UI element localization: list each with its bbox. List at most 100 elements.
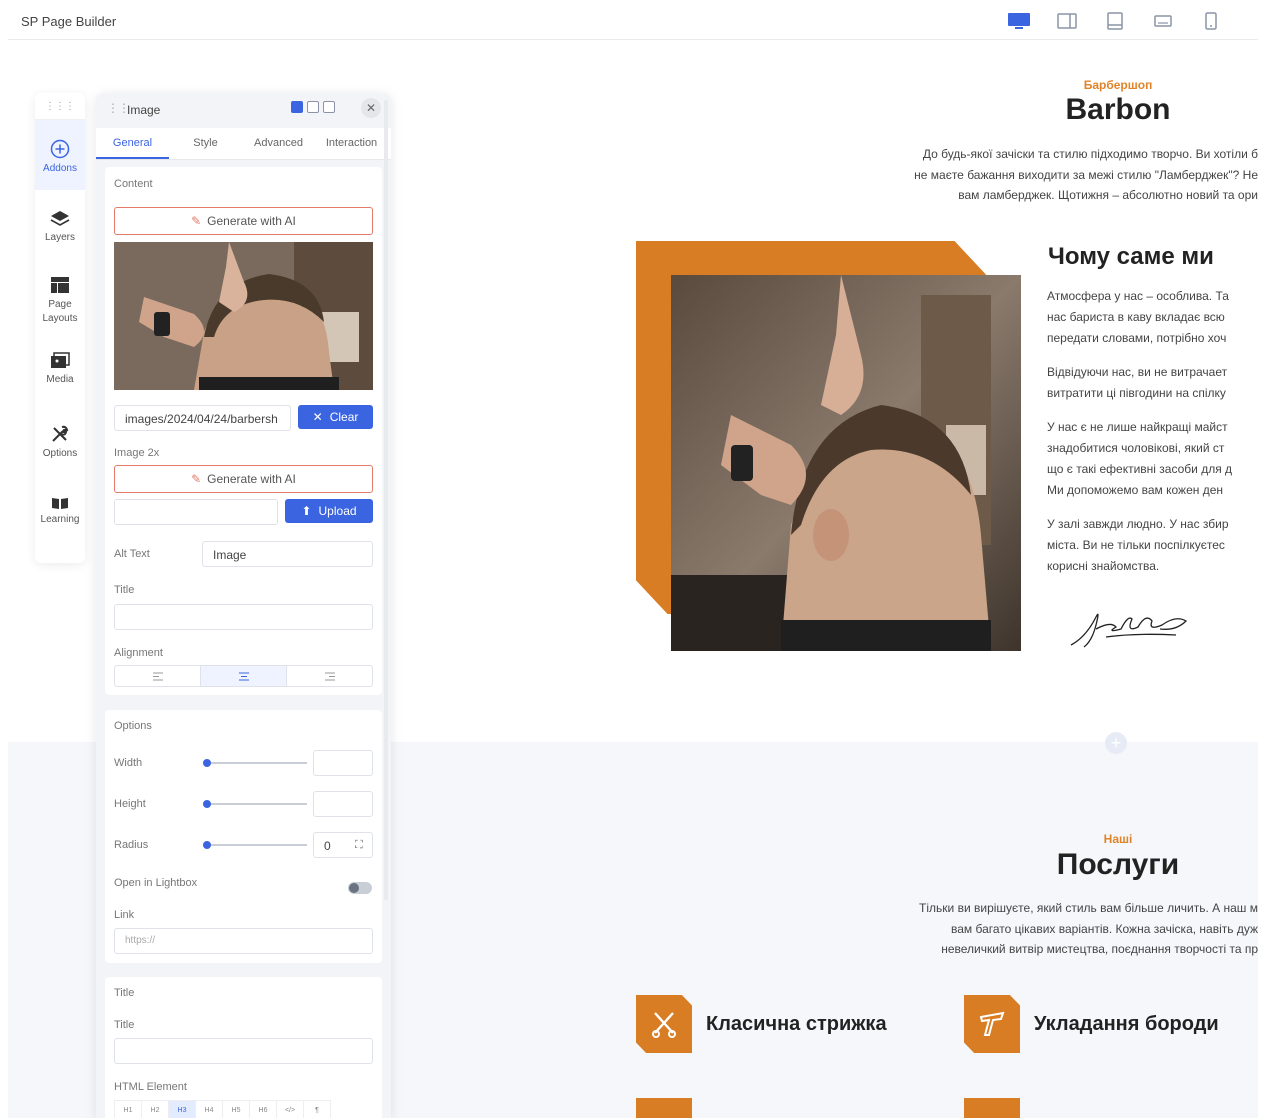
generate-ai-button[interactable]: ✎ Generate with AI [114, 207, 373, 235]
service-item[interactable]: Укладання бороди [964, 995, 1219, 1053]
alt-text-input[interactable]: Image [202, 541, 373, 567]
slider-handle[interactable] [203, 800, 211, 808]
title-text-input[interactable] [114, 1038, 373, 1064]
section-label: Content [114, 178, 153, 190]
float-mode-icon[interactable] [291, 101, 303, 113]
paragraph-2: Відвідуючи нас, ви не витрачает витратит… [1047, 362, 1258, 404]
lightbox-toggle[interactable] [348, 882, 372, 894]
title-section: Title Title HTML Element H1 H2 H3 H4 H5 … [105, 977, 382, 1118]
builder-sidebar: ⋮⋮⋮ Addons Layers Page Layouts Media Opt… [35, 93, 85, 563]
width-input[interactable] [313, 750, 373, 776]
tablet-icon[interactable] [1104, 12, 1126, 30]
why-us-title: Чому саме ми [1048, 243, 1214, 270]
barber-photo[interactable] [671, 275, 1021, 651]
service-item[interactable]: Класична стрижка [636, 995, 887, 1053]
paragraph-4: У залі завжди людно. У нас збир міста. В… [1047, 514, 1258, 577]
html-h5-button[interactable]: H5 [222, 1100, 250, 1118]
text-line: Ми допоможемо вам кожен ден [1047, 483, 1224, 497]
width-slider[interactable] [203, 759, 307, 767]
align-center-icon[interactable] [201, 666, 287, 686]
image-path-input[interactable]: images/2024/04/24/barbersh [114, 405, 291, 431]
sidebar-item-media[interactable]: Media [35, 338, 85, 410]
html-h1-button[interactable]: H1 [114, 1100, 142, 1118]
html-h6-button[interactable]: H6 [249, 1100, 277, 1118]
button-label: Clear [329, 410, 359, 424]
text-line: витратити ці півгодини на спілку [1047, 386, 1226, 400]
upload-icon: ⬆ [301, 504, 312, 518]
html-h3-button[interactable]: H3 [168, 1100, 196, 1118]
add-section-button[interactable]: + [1105, 732, 1127, 754]
tab-interaction[interactable]: Interaction [315, 128, 388, 159]
text-line: міста. Ви не тільки поспілкуєтес [1047, 538, 1225, 552]
panel-scrollbar[interactable] [384, 100, 388, 900]
expand-icon[interactable]: ⛶ [355, 839, 363, 852]
panel-tabs: General Style Advanced Interaction [96, 128, 391, 160]
laptop-icon[interactable] [1152, 12, 1174, 30]
radius-label: Radius [114, 839, 149, 851]
title-input[interactable] [114, 604, 373, 630]
sidebar-item-layers[interactable]: Layers [35, 190, 85, 262]
height-input[interactable] [313, 791, 373, 817]
button-label: Upload [318, 504, 357, 518]
radius-input[interactable]: 0 [313, 832, 373, 858]
razor-icon [964, 995, 1020, 1053]
align-left-icon[interactable] [115, 666, 201, 686]
section-label: Title [114, 987, 135, 999]
html-element-selector: H1 H2 H3 H4 H5 H6 </> ¶ [114, 1100, 331, 1118]
app-title: SP Page Builder [21, 14, 117, 29]
panel-header[interactable]: ⋮⋮ Image ✕ [96, 93, 391, 125]
service-label: Класична стрижка [706, 1012, 887, 1035]
html-element-label: HTML Element [114, 1081, 187, 1093]
slider-handle[interactable] [203, 759, 211, 767]
plus-circle-icon [35, 139, 85, 159]
slider-handle[interactable] [203, 841, 211, 849]
title-label: Title [114, 1019, 135, 1031]
sidebar-item-label: Learning [40, 514, 80, 525]
top-bar: SP Page Builder [8, 0, 1258, 40]
width-label: Width [114, 757, 143, 769]
alignment-label: Alignment [114, 647, 163, 659]
tab-style[interactable]: Style [169, 128, 242, 159]
sidebar-item-page-layouts[interactable]: Page Layouts [35, 262, 85, 338]
text-line: нас бариста в каву вкладає всю [1047, 310, 1225, 324]
text-line: що є такі ефективні засоби для д [1047, 462, 1233, 476]
html-div-button[interactable]: </> [276, 1100, 304, 1118]
image2x-path-input[interactable] [114, 499, 278, 525]
text-line: У нас є не лише найкращі майст [1047, 420, 1228, 434]
sidebar-item-learning[interactable]: Learning [35, 482, 85, 554]
clear-button[interactable]: ✕ Clear [298, 405, 373, 429]
generate-ai-button-2[interactable]: ✎ Generate with AI [114, 465, 373, 493]
upload-button[interactable]: ⬆ Upload [285, 499, 373, 523]
intro-line: вам ламберджек. Щотижня – абсолютно нови… [958, 188, 1258, 202]
tab-general[interactable]: General [96, 128, 169, 159]
media-icon [35, 352, 85, 370]
tab-advanced[interactable]: Advanced [242, 128, 315, 159]
sidebar-item-addons[interactable]: Addons [35, 120, 85, 190]
desktop-icon[interactable] [1008, 12, 1030, 30]
html-h4-button[interactable]: H4 [195, 1100, 223, 1118]
sidebar-item-label: Addons [43, 163, 77, 174]
sidebar-item-options[interactable]: Options [35, 410, 85, 482]
intro-text: До будь-якої зачіски та стилю підходимо … [838, 144, 1258, 206]
height-slider[interactable] [203, 800, 307, 808]
tools-icon [35, 424, 85, 444]
dock-right-icon[interactable] [323, 101, 335, 113]
panel-title: Image [127, 103, 161, 117]
image2x-label: Image 2x [114, 447, 160, 459]
html-h2-button[interactable]: H2 [141, 1100, 169, 1118]
radius-slider[interactable] [203, 841, 307, 849]
mobile-icon[interactable] [1200, 12, 1222, 30]
signature-image [1066, 607, 1196, 656]
drag-handle-icon[interactable]: ⋮⋮⋮ [35, 93, 85, 120]
tablet-landscape-icon[interactable] [1056, 12, 1078, 30]
link-input[interactable]: https:// [114, 928, 373, 954]
close-icon[interactable]: ✕ [361, 98, 381, 118]
html-p-button[interactable]: ¶ [303, 1100, 331, 1118]
scissors-comb-icon [636, 995, 692, 1053]
drag-handle-icon[interactable]: ⋮⋮ [107, 101, 130, 115]
lightbox-label: Open in Lightbox [114, 877, 198, 889]
align-right-icon[interactable] [287, 666, 372, 686]
image-preview[interactable] [114, 242, 373, 390]
dock-left-icon[interactable] [307, 101, 319, 113]
image-settings-panel: ⋮⋮ Image ✕ General Style Advanced Intera… [96, 93, 391, 1118]
